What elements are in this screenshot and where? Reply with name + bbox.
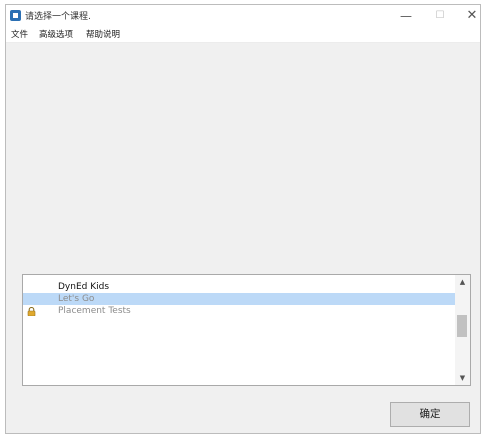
vertical-scrollbar[interactable]: ▲ ▼ (455, 275, 470, 385)
title-bar[interactable]: 请选择一个课程. — ☐ ✕ (6, 5, 480, 27)
list-item-dyned-kids[interactable]: DynEd Kids (23, 281, 456, 293)
menu-bar: 文件 高级选项 帮助说明 (6, 27, 480, 43)
close-button[interactable]: ✕ (455, 5, 482, 27)
list-item-lets-go[interactable]: Let's Go (23, 293, 456, 305)
list-item-label: Let's Go (58, 294, 95, 304)
list-item-label: Placement Tests (58, 306, 131, 316)
scroll-down-button[interactable]: ▼ (455, 371, 470, 385)
lock-icon (27, 307, 36, 316)
ok-button[interactable]: 确定 (390, 402, 470, 427)
course-select-window: 请选择一个课程. — ☐ ✕ 文件 高级选项 帮助说明 DynEd Kids L… (5, 4, 481, 434)
scroll-thumb[interactable] (457, 315, 467, 337)
window-title: 请选择一个课程. (25, 12, 91, 22)
app-icon (10, 10, 21, 21)
minimize-button[interactable]: — (389, 5, 423, 27)
scroll-up-button[interactable]: ▲ (455, 275, 470, 289)
course-listbox[interactable]: DynEd Kids Let's Go Placement Tests ▲ ▼ (22, 274, 471, 386)
maximize-button[interactable]: ☐ (423, 5, 457, 27)
menu-item-file[interactable]: 文件 (11, 28, 28, 40)
list-item-label: DynEd Kids (58, 282, 110, 292)
menu-item-help[interactable]: 帮助说明 (86, 28, 120, 40)
menu-item-advanced-options[interactable]: 高级选项 (39, 28, 73, 40)
list-item-placement-tests[interactable]: Placement Tests (23, 305, 456, 317)
